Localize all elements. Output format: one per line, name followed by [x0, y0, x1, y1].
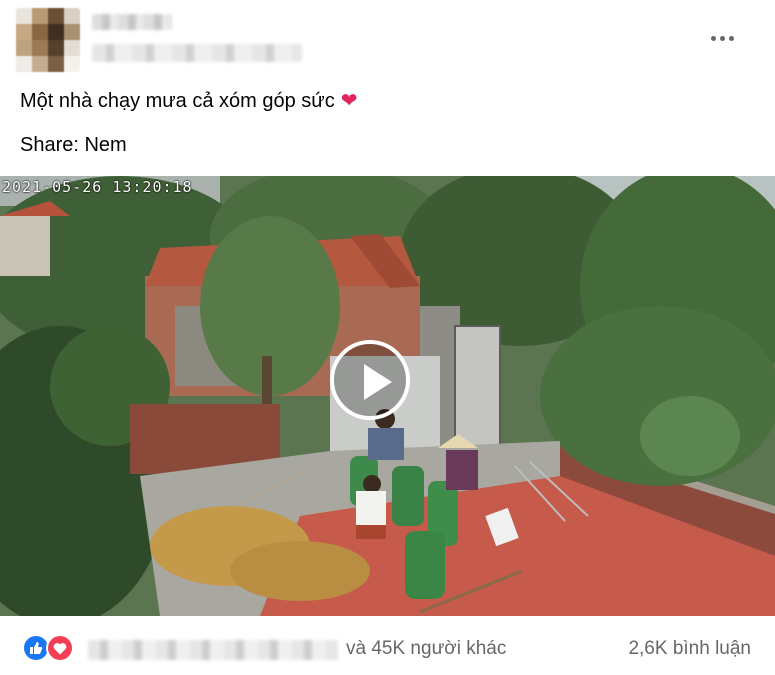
- more-dot-icon: [719, 35, 725, 41]
- comment-count[interactable]: 2,6K bình luận: [628, 638, 751, 660]
- play-button[interactable]: [330, 340, 410, 420]
- post-caption: Một nhà chạy mưa cả xóm góp sức ❤: [20, 88, 357, 114]
- thumbs-up-icon: [30, 642, 43, 654]
- play-icon: [364, 364, 392, 400]
- author-name-redacted[interactable]: [92, 14, 172, 30]
- share-credit: Share: Nem: [20, 134, 127, 156]
- cctv-timestamp: 2021-05-26 13:20:18: [2, 178, 193, 196]
- more-dot-icon: [710, 35, 716, 41]
- post-meta-redacted: [92, 44, 302, 62]
- reaction-bar: và 45K người khác 2,6K bình luận: [0, 616, 775, 675]
- more-options-button[interactable]: [700, 22, 744, 54]
- avatar[interactable]: [16, 8, 80, 72]
- more-dot-icon: [728, 35, 734, 41]
- video-player[interactable]: 2021-05-26 13:20:18: [0, 176, 775, 616]
- heart-icon: [53, 642, 67, 654]
- reaction-count[interactable]: và 45K người khác: [346, 638, 506, 660]
- reactor-names-redacted[interactable]: [88, 640, 338, 660]
- reaction-icons[interactable]: [22, 634, 82, 664]
- caption-text: Một nhà chạy mưa cả xóm góp sức: [20, 90, 335, 112]
- love-icon: [46, 634, 74, 662]
- post-header: [0, 0, 775, 80]
- heart-emoji: ❤: [340, 90, 358, 112]
